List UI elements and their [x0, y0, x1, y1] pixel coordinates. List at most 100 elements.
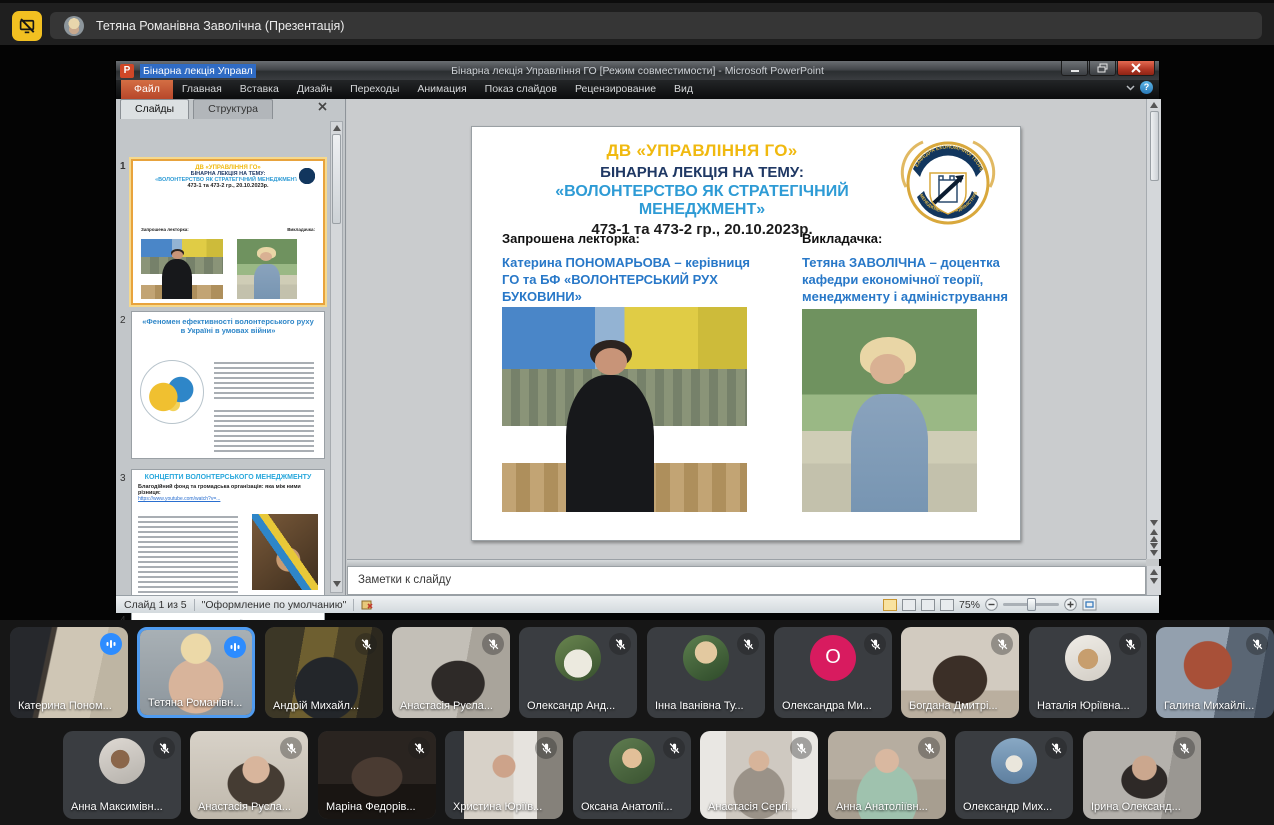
zoom-in-button[interactable] — [1064, 598, 1077, 611]
participant-tile[interactable]: Андрій Михайл... — [265, 627, 383, 718]
mic-muted-icon — [790, 737, 812, 759]
scroll-up-icon[interactable] — [1150, 569, 1158, 575]
mic-muted-icon — [1246, 633, 1268, 655]
scroll-down-icon[interactable] — [1150, 520, 1158, 526]
close-icon — [1131, 63, 1141, 73]
notes-placeholder: Заметки к слайду — [348, 567, 1145, 586]
powerpoint-app-icon: P — [120, 64, 134, 78]
participant-name: Галина Михайлі... — [1164, 700, 1254, 712]
tab-slideshow[interactable]: Показ слайдов — [476, 80, 566, 99]
tab-home[interactable]: Главная — [173, 80, 231, 99]
thumb-number: 1 — [120, 161, 126, 172]
participant-name: Ірина Олександ... — [1091, 801, 1181, 813]
mini-photo-left — [141, 239, 223, 299]
tab-slides[interactable]: Слайды — [120, 99, 189, 119]
participant-tile[interactable]: Наталія Юріївна... — [1029, 627, 1147, 718]
normal-view-button[interactable] — [883, 599, 897, 611]
participant-tile-active-speaker[interactable]: Тетяна Романівн... — [137, 627, 255, 718]
panel-close-icon[interactable] — [318, 102, 327, 111]
help-button[interactable]: ? — [1140, 81, 1153, 94]
slide-thumbnail-1[interactable]: ДВ «УПРАВЛІННЯ ГО» БІНАРНА ЛЕКЦІЯ НА ТЕМ… — [131, 159, 325, 305]
tab-file[interactable]: Файл — [121, 80, 173, 99]
participant-name: Анастасія Русла... — [400, 700, 493, 712]
mic-muted-icon — [609, 633, 631, 655]
participant-tile[interactable]: Христина Юріїв... — [445, 731, 563, 819]
panel-scrollbar[interactable] — [330, 121, 343, 593]
participant-name: Катерина Поном... — [18, 700, 112, 712]
notes-pane[interactable]: Заметки к слайду — [347, 566, 1146, 595]
participant-tile[interactable]: Ірина Олександ... — [1083, 731, 1201, 819]
presenter-avatar — [64, 16, 84, 36]
editor-scrollbar[interactable] — [1146, 99, 1161, 559]
participant-tile[interactable]: Богдана Дмитрі... — [901, 627, 1019, 718]
participant-name: Богдана Дмитрі... — [909, 700, 998, 712]
spellcheck-icon[interactable] — [361, 599, 374, 611]
slide-counter: Слайд 1 из 5 — [124, 599, 187, 611]
slide-sorter-view-button[interactable] — [902, 599, 916, 611]
slide-thumbnail-3[interactable]: КОНЦЕПТИ ВОЛОНТЕРСЬКОГО МЕНЕДЖМЕНТУ Благ… — [131, 469, 325, 603]
participant-tile[interactable]: Анастасія Русла... — [392, 627, 510, 718]
ppt-statusbar: Слайд 1 из 5 "Оформление по умолчанию" 7… — [116, 595, 1159, 613]
participant-tile[interactable]: Галина Михайлі... — [1156, 627, 1274, 718]
guest-lecturer-heading: Запрошена лекторка: — [502, 231, 770, 246]
zoom-level: 75% — [959, 599, 980, 611]
scroll-up-icon[interactable] — [1150, 102, 1158, 108]
slide-canvas[interactable]: ДВ «УПРАВЛІННЯ ГО» БІНАРНА ЛЕКЦІЯ НА ТЕМ… — [471, 126, 1021, 541]
thumb3-bullet-lines — [138, 516, 238, 598]
window-controls — [1061, 61, 1155, 76]
notes-splitter-handle[interactable] — [347, 559, 1146, 566]
mini-left-heading: Запрошена лекторка: — [141, 227, 189, 232]
participant-tile[interactable]: Анастасія Русла... — [190, 731, 308, 819]
slideshow-view-button[interactable] — [940, 599, 954, 611]
next-slide-button[interactable] — [1147, 543, 1161, 556]
tab-transitions[interactable]: Переходы — [341, 80, 408, 99]
thumb3-image — [252, 514, 318, 590]
participant-name: Христина Юріїв... — [453, 801, 542, 813]
participant-tile[interactable]: Олександр Мих... — [955, 731, 1073, 819]
zoom-out-button[interactable] — [985, 598, 998, 611]
minimize-button[interactable] — [1061, 61, 1088, 76]
ppt-titlebar[interactable]: P Бінарна лекція Управл Бінарна лекція У… — [116, 61, 1159, 80]
thumb-number: 2 — [120, 315, 126, 326]
participant-tile[interactable]: Анастасія Сергі... — [700, 731, 818, 819]
thumb3-link[interactable]: https://www.youtube.com/watch?v=... — [132, 496, 324, 502]
tab-outline[interactable]: Структура — [193, 99, 273, 119]
close-button[interactable] — [1117, 61, 1155, 76]
tab-animation[interactable]: Анимация — [408, 80, 475, 99]
participant-tile[interactable]: Анна Максимівн... — [63, 731, 181, 819]
reading-view-button[interactable] — [921, 599, 935, 611]
slide-topic: «ВОЛОНТЕРСТВО ЯК СТРАТЕГІЧНИЙ МЕНЕДЖМЕНТ… — [532, 183, 872, 219]
participant-tile[interactable]: Олександр Анд... — [519, 627, 637, 718]
participant-tile[interactable]: О Олександра Ми... — [774, 627, 892, 718]
previous-slide-button[interactable] — [1147, 529, 1161, 542]
tab-insert[interactable]: Вставка — [231, 80, 288, 99]
tab-view[interactable]: Вид — [665, 80, 702, 99]
scroll-down-icon[interactable] — [333, 581, 341, 587]
participant-name: Анна Анатоліївн... — [836, 801, 928, 813]
scrollbar-thumb[interactable] — [1150, 111, 1159, 181]
participant-tile[interactable]: Маріна Федорів... — [318, 731, 436, 819]
mic-muted-icon — [482, 633, 504, 655]
screen-share-paused-button[interactable] — [12, 11, 42, 41]
slide-thumbnail-2[interactable]: «Феномен ефективності волонтерського рух… — [131, 311, 325, 459]
participant-tile[interactable]: Катерина Поном... — [10, 627, 128, 718]
powerpoint-window[interactable]: P Бінарна лекція Управл Бінарна лекція У… — [115, 60, 1160, 612]
zoom-slider[interactable] — [1003, 603, 1059, 606]
tab-design[interactable]: Дизайн — [288, 80, 341, 99]
audio-speaking-icon — [224, 636, 246, 658]
participant-name: Анастасія Русла... — [198, 801, 291, 813]
fit-to-window-button[interactable] — [1082, 598, 1097, 611]
scrollbar-thumb[interactable] — [332, 134, 341, 224]
scroll-down-icon[interactable] — [1150, 578, 1158, 584]
zoom-slider-thumb[interactable] — [1027, 598, 1036, 611]
participant-tile[interactable]: Оксана Анатолії... — [573, 731, 691, 819]
scroll-up-icon[interactable] — [333, 125, 341, 131]
tab-review[interactable]: Рецензирование — [566, 80, 665, 99]
thumb2-text-lines — [214, 362, 314, 402]
notes-scrollbar[interactable] — [1146, 566, 1161, 595]
mic-muted-icon — [737, 633, 759, 655]
participant-tile[interactable]: Анна Анатоліївн... — [828, 731, 946, 819]
participant-tile[interactable]: Інна Іванівна Ту... — [647, 627, 765, 718]
ribbon-collapse-chevron-icon[interactable] — [1126, 85, 1135, 91]
restore-button[interactable] — [1089, 61, 1116, 76]
